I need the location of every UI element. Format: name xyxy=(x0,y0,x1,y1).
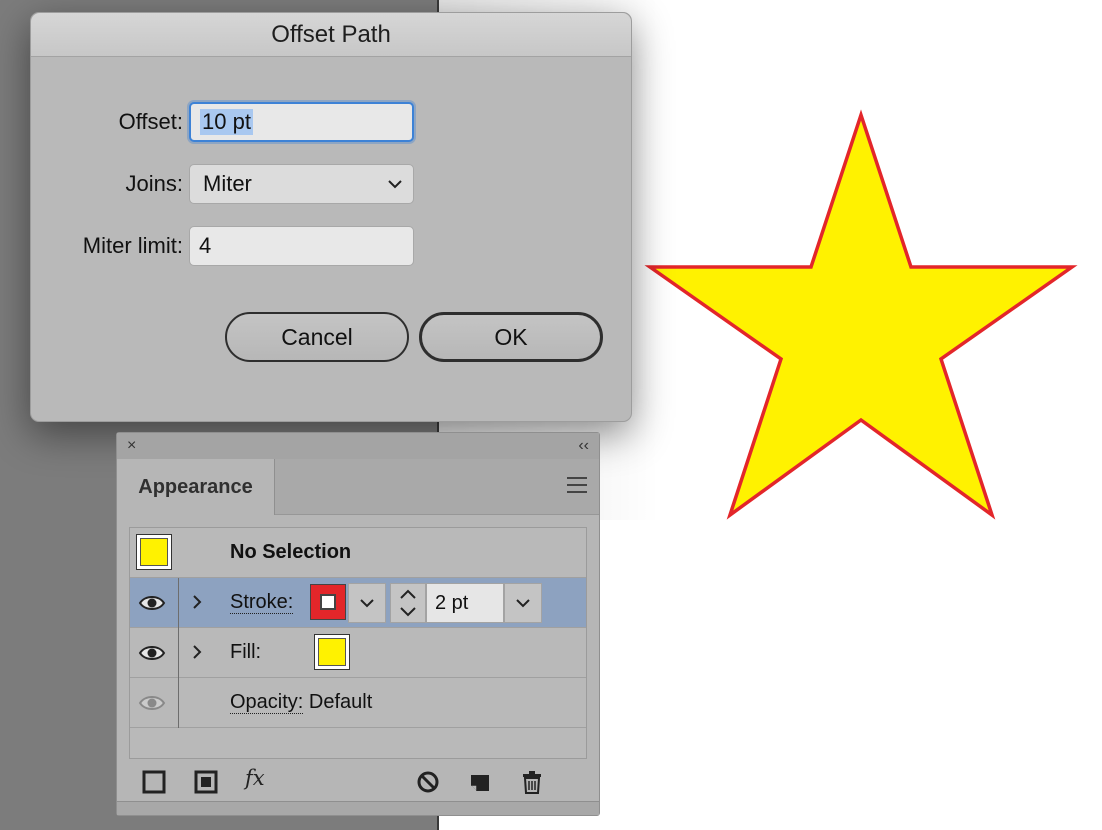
fx-icon[interactable]: fx xyxy=(245,766,271,792)
miter-label: Miter limit: xyxy=(82,233,183,258)
stroke-color-dropdown[interactable] xyxy=(348,583,386,623)
appearance-panel: × ‹‹ Appearance No Selection Stroke: 2 p… xyxy=(116,432,600,816)
duplicate-item-icon[interactable] xyxy=(467,769,493,795)
clear-appearance-icon[interactable] xyxy=(415,769,441,795)
stepper-icon xyxy=(400,589,416,617)
miter-limit-input[interactable]: 4 xyxy=(189,226,414,266)
chevron-right-icon[interactable] xyxy=(192,594,202,610)
panel-topbar: × ‹‹ xyxy=(117,433,599,459)
row-divider xyxy=(178,578,179,628)
star-shape[interactable] xyxy=(640,105,1080,525)
offset-value: 10 pt xyxy=(200,109,253,135)
selection-label: No Selection xyxy=(230,541,352,563)
chevron-right-icon[interactable] xyxy=(192,644,202,660)
fill-row[interactable]: Fill: xyxy=(130,628,586,678)
stroke-label[interactable]: Stroke: xyxy=(230,591,294,614)
panel-menu-icon[interactable] xyxy=(567,477,587,493)
stroke-weight-dropdown[interactable] xyxy=(504,583,542,623)
selection-swatch xyxy=(136,534,172,570)
offset-row: Offset: 10 pt xyxy=(31,102,414,142)
miter-row: Miter limit: 4 xyxy=(31,226,414,266)
opacity-row[interactable]: Opacity: Default xyxy=(130,678,586,728)
stroke-weight-stepper[interactable] xyxy=(390,583,426,623)
chevron-down-icon xyxy=(377,164,413,204)
star-polygon xyxy=(644,109,1078,520)
cancel-button[interactable]: Cancel xyxy=(225,312,409,362)
panel-resize-handle[interactable] xyxy=(117,801,599,815)
trash-icon[interactable] xyxy=(519,769,545,795)
opacity-value: Default xyxy=(308,691,373,713)
eye-icon[interactable] xyxy=(138,592,166,614)
panel-bottom-toolbar: fx xyxy=(117,763,599,803)
add-stroke-icon[interactable] xyxy=(141,769,167,795)
offset-path-dialog: Offset Path Offset: 10 pt Joins: Miter M… xyxy=(30,12,632,422)
fill-label: Fill: xyxy=(230,641,262,663)
tab-appearance[interactable]: Appearance xyxy=(117,459,275,515)
selection-row: No Selection xyxy=(130,528,586,578)
eye-icon xyxy=(138,696,166,710)
appearance-list: No Selection Stroke: 2 pt Fill: Opacity:… xyxy=(129,527,587,759)
miter-value: 4 xyxy=(199,233,212,258)
row-divider xyxy=(178,628,179,678)
stroke-weight-input[interactable]: 2 pt xyxy=(426,583,504,623)
row-divider xyxy=(178,678,179,728)
fill-swatch[interactable] xyxy=(314,634,350,670)
add-fill-icon[interactable] xyxy=(193,769,219,795)
offset-label: Offset: xyxy=(118,109,183,134)
joins-value: Miter xyxy=(203,171,252,196)
joins-row: Joins: Miter xyxy=(31,164,414,204)
joins-label: Joins: xyxy=(125,171,183,196)
chevron-down-icon xyxy=(516,598,530,607)
dialog-title: Offset Path xyxy=(31,13,631,57)
ok-button[interactable]: OK xyxy=(419,312,603,362)
joins-select[interactable]: Miter xyxy=(189,164,414,204)
offset-input[interactable]: 10 pt xyxy=(189,102,414,142)
opacity-label[interactable]: Opacity: Default xyxy=(230,691,372,714)
collapse-icon[interactable]: ‹‹ xyxy=(578,437,589,455)
stroke-row[interactable]: Stroke: 2 pt xyxy=(130,578,586,628)
chevron-down-icon xyxy=(360,598,374,607)
eye-icon[interactable] xyxy=(138,642,166,664)
close-icon[interactable]: × xyxy=(127,437,136,455)
panel-tabs: Appearance xyxy=(117,459,599,515)
stroke-swatch[interactable] xyxy=(310,584,346,620)
